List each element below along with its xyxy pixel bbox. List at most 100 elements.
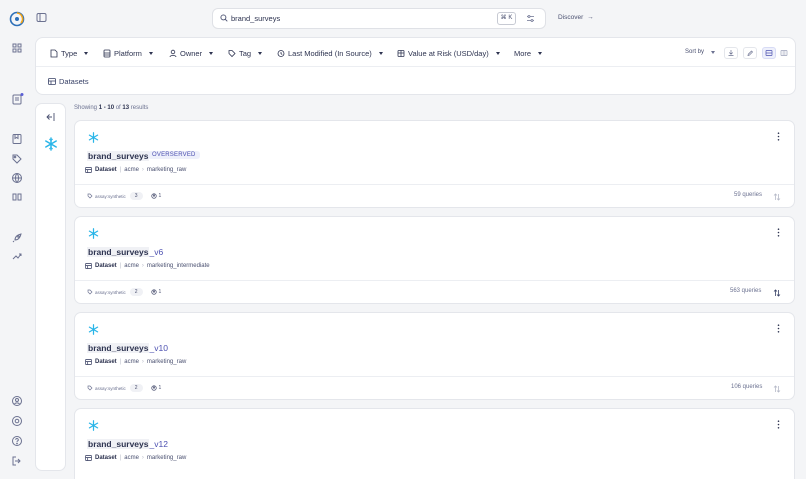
filter-label: Platform <box>114 49 142 58</box>
tag-icon <box>228 49 236 58</box>
caret-down-icon <box>711 50 716 54</box>
search-result-card[interactable]: brand_surveys OVERSERVED Dataset | acme › … <box>74 120 795 208</box>
search-result-card[interactable]: brand_surveys_v12 Dataset | acme › marketi… <box>74 408 795 479</box>
search-result-card[interactable]: brand_surveys_v6 Dataset | acme › marketin… <box>74 216 795 304</box>
download-button[interactable] <box>724 47 738 59</box>
rocket-icon[interactable] <box>10 231 24 245</box>
dataset-name-link[interactable]: brand_surveys <box>87 151 150 161</box>
meta-divider: | <box>119 167 122 173</box>
tag-chip[interactable]: assay:synthetic <box>87 385 126 391</box>
dataset-name-link[interactable]: brand_surveys_v10 <box>87 343 168 353</box>
discover-label: Discover <box>558 14 584 21</box>
query-count: 563 queries <box>730 288 762 294</box>
tags-icon[interactable] <box>10 152 24 166</box>
entity-container[interactable]: marketing_raw <box>147 359 186 365</box>
query-count: 59 queries <box>734 192 763 198</box>
search-bar[interactable]: brand_surveys ⌘ K <box>212 8 546 29</box>
chevron-right-icon: › <box>141 167 144 173</box>
tag-icon <box>87 193 93 199</box>
filter-label: Last Modified (In Source) <box>288 49 372 58</box>
app-logo[interactable] <box>9 11 25 27</box>
left-nav-rail <box>0 0 34 479</box>
entity-owner[interactable]: acme <box>124 167 139 173</box>
more-options-icon[interactable] <box>777 324 780 333</box>
entity-meta: Dataset | acme › marketing_intermediate <box>85 263 210 269</box>
card-divider <box>75 376 794 377</box>
sort-by-dropdown[interactable]: Sort by <box>685 49 716 55</box>
download-icon <box>728 50 734 56</box>
dataset-name-suffix: _v12 <box>149 439 168 449</box>
dataset-name-link[interactable]: brand_surveys_v12 <box>87 439 168 449</box>
search-result-card[interactable]: brand_surveys_v10 Dataset | acme › marketi… <box>74 312 795 400</box>
caret-down-icon <box>148 52 153 55</box>
filter-label: Value at Risk (USD/day) <box>408 49 489 58</box>
search-filters-sliders-icon[interactable] <box>526 14 535 23</box>
owners-count[interactable]: 1 <box>150 193 161 199</box>
help-icon[interactable] <box>10 434 24 448</box>
snowflake-platform-icon <box>88 228 99 239</box>
tag-count: 2 <box>129 288 143 296</box>
dataset-icon <box>85 167 92 173</box>
filter-platform[interactable]: Platform <box>103 49 153 58</box>
glossary-icon[interactable] <box>10 132 24 146</box>
entity-type: Dataset <box>95 359 117 365</box>
filter-owner[interactable]: Owner <box>169 49 214 58</box>
entity-meta: Dataset | acme › marketing_raw <box>85 455 186 461</box>
card-divider <box>75 184 794 185</box>
dataset-icon <box>48 78 56 85</box>
search-input[interactable]: brand_surveys <box>231 14 280 23</box>
filter-tag[interactable]: Tag <box>228 49 263 58</box>
more-options-icon[interactable] <box>777 420 780 429</box>
owners-count[interactable]: 1 <box>150 289 161 295</box>
tag-label: assay:synthetic <box>95 385 126 391</box>
snowflake-platform-icon <box>88 420 99 431</box>
entity-owner[interactable]: acme <box>124 359 139 365</box>
caret-down-icon <box>209 52 214 55</box>
dataset-name-prefix: brand_surveys <box>87 343 150 353</box>
tasks-icon[interactable] <box>10 92 24 106</box>
filter-more[interactable]: More <box>514 49 543 58</box>
card-view-toggle[interactable] <box>762 47 776 59</box>
tag-chip[interactable]: assay:synthetic <box>87 289 126 295</box>
keyboard-shortcut-badge: ⌘ K <box>497 12 516 25</box>
entity-container[interactable]: marketing_intermediate <box>147 263 210 269</box>
owners-count[interactable]: 1 <box>150 385 161 391</box>
sidebar-toggle-icon[interactable] <box>36 12 47 23</box>
settings-gear-icon[interactable] <box>10 414 24 428</box>
analytics-trend-icon[interactable] <box>10 249 24 263</box>
filter-value-at-risk[interactable]: Value at Risk (USD/day) <box>397 49 500 58</box>
tag-chip[interactable]: assay:synthetic <box>87 193 126 199</box>
chevron-right-icon: › <box>141 359 144 365</box>
grid-icon <box>397 49 405 58</box>
discover-link[interactable]: Discover → <box>558 14 594 21</box>
dataset-name-link[interactable]: brand_surveys_v6 <box>87 247 163 257</box>
results-of-text: of <box>115 105 121 111</box>
more-options-icon[interactable] <box>777 132 780 141</box>
breadcrumb[interactable]: Datasets <box>48 77 89 86</box>
list-view-toggle[interactable] <box>777 47 791 59</box>
entity-container[interactable]: marketing_raw <box>147 167 186 173</box>
users-icon <box>150 289 157 295</box>
profile-icon[interactable] <box>10 394 24 408</box>
grid-apps-icon[interactable] <box>10 41 24 55</box>
snowflake-platform-icon[interactable] <box>44 137 58 151</box>
user-icon <box>169 49 177 58</box>
results-suffix-text: results <box>130 105 149 111</box>
list-view-icon <box>780 50 788 56</box>
entity-type: Dataset <box>95 455 117 461</box>
snowflake-platform-icon <box>88 324 99 335</box>
entity-container[interactable]: marketing_raw <box>147 455 186 461</box>
filter-type[interactable]: Type <box>50 49 89 58</box>
filter-last-modified[interactable]: Last Modified (In Source) <box>277 49 383 58</box>
domains-globe-icon[interactable] <box>10 171 24 185</box>
more-options-icon[interactable] <box>777 228 780 237</box>
entity-owner[interactable]: acme <box>124 263 139 269</box>
results-showing-text: Showing <box>74 105 98 111</box>
entity-owner[interactable]: acme <box>124 455 139 461</box>
swap-vertical-icon <box>773 289 781 297</box>
logout-icon[interactable] <box>10 454 24 468</box>
data-products-icon[interactable] <box>10 190 24 204</box>
edit-button[interactable] <box>743 47 757 59</box>
filter-label: Type <box>61 49 78 58</box>
collapse-panel-icon[interactable] <box>46 112 56 122</box>
